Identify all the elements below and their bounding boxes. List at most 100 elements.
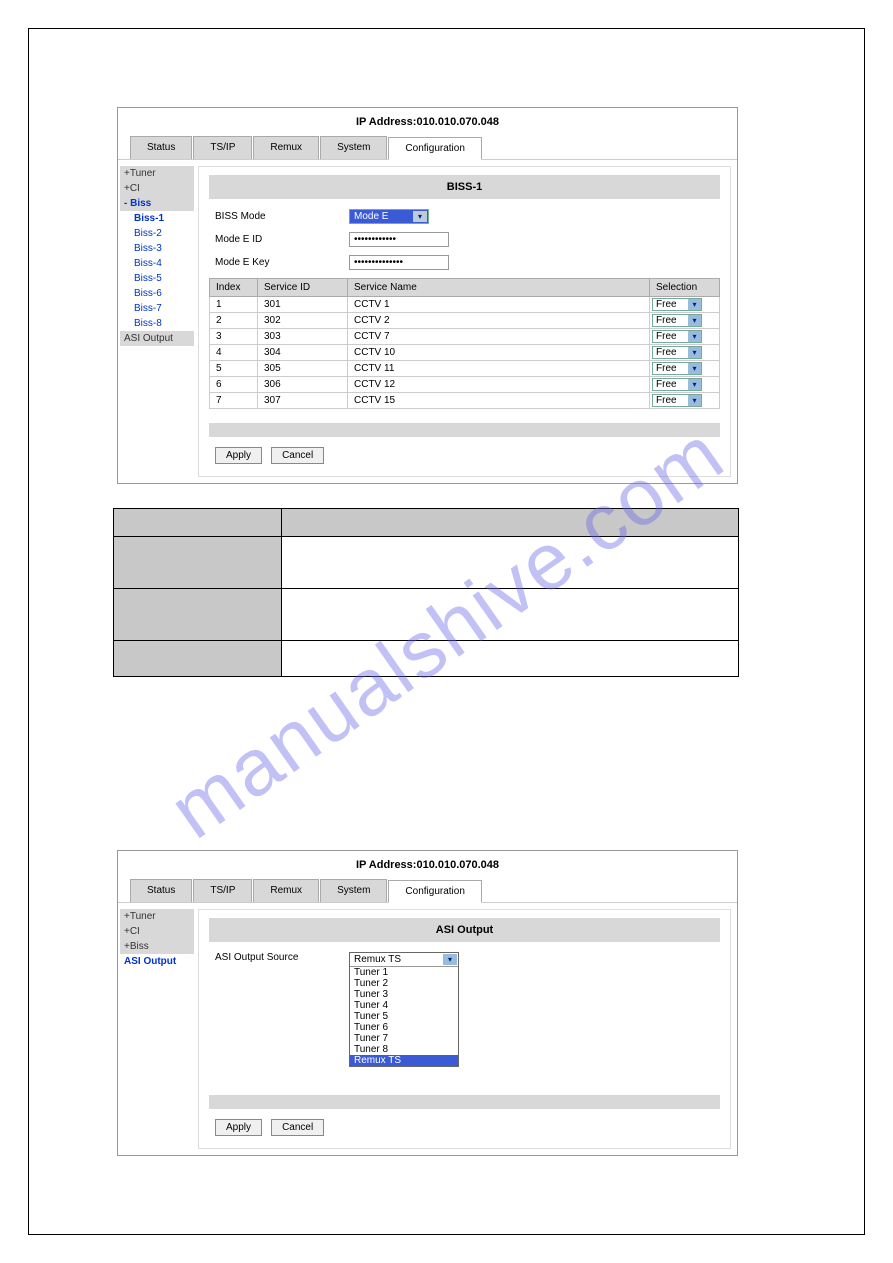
- cell-index: 2: [210, 313, 258, 329]
- sidebar-biss-4[interactable]: Biss-4: [120, 256, 194, 271]
- sidebar-asi-output-2[interactable]: ASI Output: [120, 954, 194, 969]
- asi-section-title: ASI Output: [209, 918, 720, 942]
- tab-bar: Status TS/IP Remux System Configuration: [118, 136, 737, 160]
- chevron-down-icon: ▾: [688, 347, 701, 358]
- mode-e-key-label: Mode E Key: [209, 257, 349, 268]
- biss-services-table: Index Service ID Service Name Selection …: [209, 278, 720, 409]
- selection-dropdown[interactable]: Free▾: [652, 378, 702, 391]
- cell-service-id: 304: [258, 345, 348, 361]
- mode-e-key-input[interactable]: ••••••••••••••: [349, 255, 449, 270]
- col-selection: Selection: [650, 279, 720, 297]
- selection-dropdown[interactable]: Free▾: [652, 314, 702, 327]
- cell-service-name: CCTV 7: [348, 329, 650, 345]
- ip-address-header-2: IP Address:010.010.070.048: [118, 851, 737, 879]
- ip-address-header: IP Address:010.010.070.048: [118, 108, 737, 136]
- cell-service-id: 303: [258, 329, 348, 345]
- chevron-down-icon: ▾: [688, 299, 701, 310]
- sidebar-tuner[interactable]: +Tuner: [120, 166, 194, 181]
- sidebar-biss-2[interactable]: +Biss: [120, 939, 194, 954]
- tab-bar-2: Status TS/IP Remux System Configuration: [118, 879, 737, 903]
- sidebar-biss-2[interactable]: Biss-2: [120, 226, 194, 241]
- table-row: 6306CCTV 12Free▾: [210, 377, 720, 393]
- chevron-down-icon: ▾: [688, 395, 701, 406]
- cell-index: 3: [210, 329, 258, 345]
- sidebar-asi-output[interactable]: ASI Output: [120, 331, 194, 346]
- chevron-down-icon: ▾: [688, 315, 701, 326]
- biss-content: BISS-1 BISS Mode Mode E ▾ Mode E ID ••••…: [198, 166, 731, 477]
- tab-tsip[interactable]: TS/IP: [193, 136, 252, 159]
- asi-sidebar: +Tuner +CI +Biss ASI Output: [118, 903, 198, 1155]
- sidebar-biss[interactable]: - Biss: [120, 196, 194, 211]
- cell-index: 6: [210, 377, 258, 393]
- cell-service-id: 306: [258, 377, 348, 393]
- col-service-name: Service Name: [348, 279, 650, 297]
- tab-system-2[interactable]: System: [320, 879, 387, 902]
- cell-service-name: CCTV 11: [348, 361, 650, 377]
- sidebar-tuner-2[interactable]: +Tuner: [120, 909, 194, 924]
- dropdown-option[interactable]: Tuner 6: [350, 1022, 458, 1033]
- biss-section-title: BISS-1: [209, 175, 720, 199]
- cancel-button[interactable]: Cancel: [271, 447, 324, 464]
- asi-content: ASI Output ASI Output Source Remux TS ▾ …: [198, 909, 731, 1149]
- tab-remux-2[interactable]: Remux: [253, 879, 319, 902]
- table-row: 7307CCTV 15Free▾: [210, 393, 720, 409]
- apply-button-2[interactable]: Apply: [215, 1119, 262, 1136]
- selection-dropdown[interactable]: Free▾: [652, 298, 702, 311]
- tab-status[interactable]: Status: [130, 136, 192, 159]
- biss-config-panel: IP Address:010.010.070.048 Status TS/IP …: [117, 107, 738, 484]
- chevron-down-icon: ▾: [413, 211, 427, 222]
- mode-e-id-input[interactable]: ••••••••••••: [349, 232, 449, 247]
- dropdown-option[interactable]: Tuner 7: [350, 1033, 458, 1044]
- asi-source-label: ASI Output Source: [209, 952, 349, 963]
- tab-tsip-2[interactable]: TS/IP: [193, 879, 252, 902]
- tab-configuration-2[interactable]: Configuration: [388, 880, 481, 903]
- dropdown-option[interactable]: Tuner 3: [350, 989, 458, 1000]
- sidebar-biss-8[interactable]: Biss-8: [120, 316, 194, 331]
- table-row: 5305CCTV 11Free▾: [210, 361, 720, 377]
- cell-service-name: CCTV 10: [348, 345, 650, 361]
- sidebar-ci-2[interactable]: +CI: [120, 924, 194, 939]
- col-service-id: Service ID: [258, 279, 348, 297]
- selection-dropdown[interactable]: Free▾: [652, 394, 702, 407]
- table-row: 3303CCTV 7Free▾: [210, 329, 720, 345]
- sidebar-biss-3[interactable]: Biss-3: [120, 241, 194, 256]
- apply-button[interactable]: Apply: [215, 447, 262, 464]
- footer-bar: [209, 423, 720, 437]
- tab-system[interactable]: System: [320, 136, 387, 159]
- cell-service-id: 302: [258, 313, 348, 329]
- sidebar-ci[interactable]: +CI: [120, 181, 194, 196]
- biss-mode-value: Mode E: [354, 211, 388, 222]
- dropdown-option[interactable]: Tuner 4: [350, 1000, 458, 1011]
- footer-bar-2: [209, 1095, 720, 1109]
- dropdown-option[interactable]: Remux TS: [350, 1055, 458, 1066]
- cell-service-id: 305: [258, 361, 348, 377]
- table-row: 2302CCTV 2Free▾: [210, 313, 720, 329]
- selection-dropdown[interactable]: Free▾: [652, 362, 702, 375]
- mode-e-id-label: Mode E ID: [209, 234, 349, 245]
- sidebar-biss-1[interactable]: Biss-1: [120, 211, 194, 226]
- dropdown-option[interactable]: Tuner 5: [350, 1011, 458, 1022]
- tab-configuration[interactable]: Configuration: [388, 137, 481, 160]
- asi-config-panel: IP Address:010.010.070.048 Status TS/IP …: [117, 850, 738, 1156]
- table-row: 1301CCTV 1Free▾: [210, 297, 720, 313]
- col-index: Index: [210, 279, 258, 297]
- selection-dropdown[interactable]: Free▾: [652, 346, 702, 359]
- description-table: [113, 508, 739, 677]
- sidebar-biss-5[interactable]: Biss-5: [120, 271, 194, 286]
- cell-service-id: 307: [258, 393, 348, 409]
- cancel-button-2[interactable]: Cancel: [271, 1119, 324, 1136]
- asi-source-dropdown[interactable]: Remux TS ▾ Tuner 1Tuner 2Tuner 3Tuner 4T…: [349, 952, 459, 1067]
- biss-sidebar: +Tuner +CI - Biss Biss-1 Biss-2 Biss-3 B…: [118, 160, 198, 483]
- biss-mode-select[interactable]: Mode E ▾: [349, 209, 429, 224]
- tab-remux[interactable]: Remux: [253, 136, 319, 159]
- selection-dropdown[interactable]: Free▾: [652, 330, 702, 343]
- sidebar-biss-7[interactable]: Biss-7: [120, 301, 194, 316]
- dropdown-option[interactable]: Tuner 2: [350, 978, 458, 989]
- dropdown-option[interactable]: Tuner 1: [350, 967, 458, 978]
- dropdown-option[interactable]: Tuner 8: [350, 1044, 458, 1055]
- sidebar-biss-6[interactable]: Biss-6: [120, 286, 194, 301]
- biss-mode-label: BISS Mode: [209, 211, 349, 222]
- tab-status-2[interactable]: Status: [130, 879, 192, 902]
- table-row: 4304CCTV 10Free▾: [210, 345, 720, 361]
- cell-service-name: CCTV 15: [348, 393, 650, 409]
